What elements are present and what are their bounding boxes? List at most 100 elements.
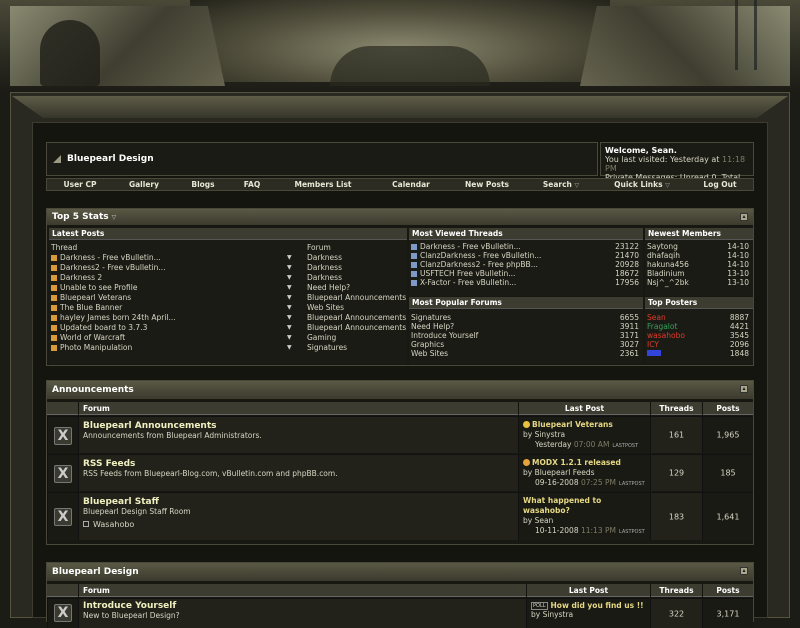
announcements-title[interactable]: Announcements (52, 385, 134, 395)
nav-faq[interactable]: FAQ (231, 179, 273, 190)
nav-new-posts[interactable]: New Posts (449, 179, 525, 190)
last-post-date: 09-16-2008 07:25 PM LASTPOST (523, 478, 646, 489)
arrow-right-icon (523, 459, 530, 466)
latest-post-thread[interactable]: Updated board to 3.7.3 (60, 323, 147, 332)
nav-calendar[interactable]: Calendar (373, 179, 449, 190)
latest-post-thread[interactable]: World of Warcraft (60, 333, 125, 342)
nav-blogs[interactable]: Blogs (175, 179, 231, 190)
popular-forum-name[interactable]: Signatures (411, 313, 451, 322)
site-title[interactable]: Bluepearl Design (67, 154, 154, 164)
dropdown-arrow-icon[interactable]: ▼ (287, 273, 292, 283)
member-name[interactable]: Saytong (647, 242, 678, 251)
last-post-title[interactable]: How did you find us !! (551, 601, 644, 610)
nav-members-list[interactable]: Members List (273, 179, 373, 190)
last-post-link[interactable]: LASTPOST (619, 529, 645, 535)
chevron-down-icon[interactable]: ▽ (112, 214, 117, 221)
collapse-icon[interactable]: ▴ (740, 385, 748, 393)
popular-forum-row: Web Sites 2361 (411, 349, 643, 358)
dropdown-arrow-icon[interactable]: ▼ (287, 283, 292, 293)
latest-post-forum[interactable]: Darkness (307, 273, 342, 283)
thread-icon (51, 255, 57, 261)
latest-post-forum[interactable]: Web Sites (307, 303, 344, 313)
last-post-author[interactable]: by Sean (523, 516, 646, 526)
member-name[interactable]: hakuna456 (647, 260, 689, 269)
last-post-title[interactable]: MODX 1.2.1 released (532, 458, 621, 467)
collapse-icon[interactable]: ▴ (740, 213, 748, 221)
most-viewed-title[interactable]: ClanzDarkness2 - Free phpBB... (420, 260, 538, 269)
frame-top-bar (12, 96, 788, 118)
last-post-title[interactable]: What happened to wasahobo? (523, 496, 601, 515)
dropdown-arrow-icon[interactable]: ▼ (287, 343, 292, 353)
last-post-link[interactable]: LASTPOST (619, 481, 645, 487)
forum-row: X RSS Feeds RSS Feeds from Bluepearl-Blog.… (47, 454, 753, 491)
dropdown-arrow-icon[interactable]: ▼ (287, 313, 292, 323)
poster-name[interactable]: wasahobo (647, 331, 685, 340)
poster-post-count: 4421 (729, 322, 749, 331)
poster-name[interactable]: ICY (647, 340, 659, 349)
dropdown-arrow-icon[interactable]: ▼ (287, 293, 292, 303)
latest-post-forum[interactable]: Darkness (307, 253, 342, 263)
dropdown-arrow-icon[interactable]: ▼ (287, 333, 292, 343)
latest-post-thread[interactable]: hayley James born 24th April... (60, 313, 176, 322)
latest-post-thread[interactable]: Bluepearl Veterans (60, 293, 131, 302)
member-name[interactable]: dhafaqih (647, 251, 680, 260)
latest-post-forum[interactable]: Bluepearl Announcements (307, 313, 406, 323)
member-name[interactable]: Bladinium (647, 269, 685, 278)
latest-post-thread[interactable]: Photo Manipulation (60, 343, 132, 352)
dropdown-arrow-icon[interactable]: ▼ (287, 263, 292, 273)
popular-forum-name[interactable]: Web Sites (411, 349, 448, 358)
most-viewed-title[interactable]: USFTECH Free vBulletin... (420, 269, 515, 278)
collapse-icon[interactable]: ▴ (740, 567, 748, 575)
threads-cell: 183 (650, 493, 702, 540)
thread-icon (411, 280, 417, 286)
latest-post-forum[interactable]: Gaming (307, 333, 336, 343)
popular-forum-row: Need Help? 3911 (411, 322, 643, 331)
last-post-author[interactable]: by Sinystra (523, 430, 646, 440)
last-post-link[interactable]: LASTPOST (612, 443, 638, 449)
latest-post-forum[interactable]: Signatures (307, 343, 347, 353)
poster-name[interactable]: Sean (647, 313, 666, 322)
latest-post-thread[interactable]: Darkness 2 (60, 273, 102, 282)
dropdown-arrow-icon[interactable]: ▼ (287, 303, 292, 313)
nav-gallery[interactable]: Gallery (113, 179, 175, 190)
subforum-link[interactable]: Wasahobo (93, 520, 134, 529)
latest-post-thread[interactable]: The Blue Banner (60, 303, 122, 312)
latest-post-forum[interactable]: Bluepearl Announcements (307, 323, 406, 333)
dropdown-arrow-icon[interactable]: ▼ (287, 323, 292, 333)
popular-forum-name[interactable]: Need Help? (411, 322, 454, 331)
forum-title[interactable]: Bluepearl Staff (83, 497, 514, 507)
member-name[interactable]: Nsj^_^2bk (647, 278, 689, 287)
popular-forum-name[interactable]: Introduce Yourself (411, 331, 478, 340)
most-viewed-count: 21470 (615, 251, 639, 260)
nav-log-out[interactable]: Log Out (687, 179, 753, 190)
top-poster-row: wasahobo 3545 (647, 331, 753, 340)
forum-title[interactable]: Introduce Yourself (83, 601, 522, 611)
poster-name[interactable]: Fragalot (647, 322, 677, 331)
latest-post-forum[interactable]: Need Help? (307, 283, 350, 293)
nav-quick-links[interactable]: Quick Links ▽ (597, 179, 687, 190)
most-viewed-title[interactable]: Darkness - Free vBulletin... (420, 242, 521, 251)
dropdown-arrow-icon[interactable]: ▼ (287, 253, 292, 263)
latest-post-thread[interactable]: Unable to see Profile (60, 283, 137, 292)
latest-post-thread[interactable]: Darkness - Free vBulletin... (60, 253, 161, 262)
bluepearl-design-title[interactable]: Bluepearl Design (52, 567, 139, 577)
nav-user-cp[interactable]: User CP (47, 179, 113, 190)
most-viewed-title[interactable]: X-Factor - Free vBulletin... (420, 278, 516, 287)
forum-title[interactable]: RSS Feeds (83, 459, 514, 469)
thread-icon (51, 265, 57, 271)
forum-status-icon: X (54, 604, 72, 622)
top-posters-panel: Top Posters Sean 8887 Fragalot 4421 wasahobo… (645, 297, 753, 364)
latest-post-thread[interactable]: Darkness2 - Free vBulletin... (60, 263, 166, 272)
latest-post-forum[interactable]: Darkness (307, 263, 342, 273)
forum-title[interactable]: Bluepearl Announcements (83, 421, 514, 431)
last-post-title[interactable]: Bluepearl Veterans (532, 420, 613, 429)
most-viewed-title[interactable]: ClanzDarkness - Free vBulletin... (420, 251, 541, 260)
nav-search[interactable]: Search ▽ (525, 179, 597, 190)
newest-member-row: Nsj^_^2bk 13-10 (647, 278, 753, 287)
poster-name[interactable] (647, 350, 661, 356)
popular-forum-name[interactable]: Graphics (411, 340, 444, 349)
latest-post-forum[interactable]: Bluepearl Announcements (307, 293, 406, 303)
last-post-cell: Bluepearl Veterans by Sinystra Yesterday 0… (518, 417, 650, 453)
post-count: 3,171 (716, 609, 740, 618)
last-post-author[interactable]: by Bluepearl Feeds (523, 468, 646, 478)
